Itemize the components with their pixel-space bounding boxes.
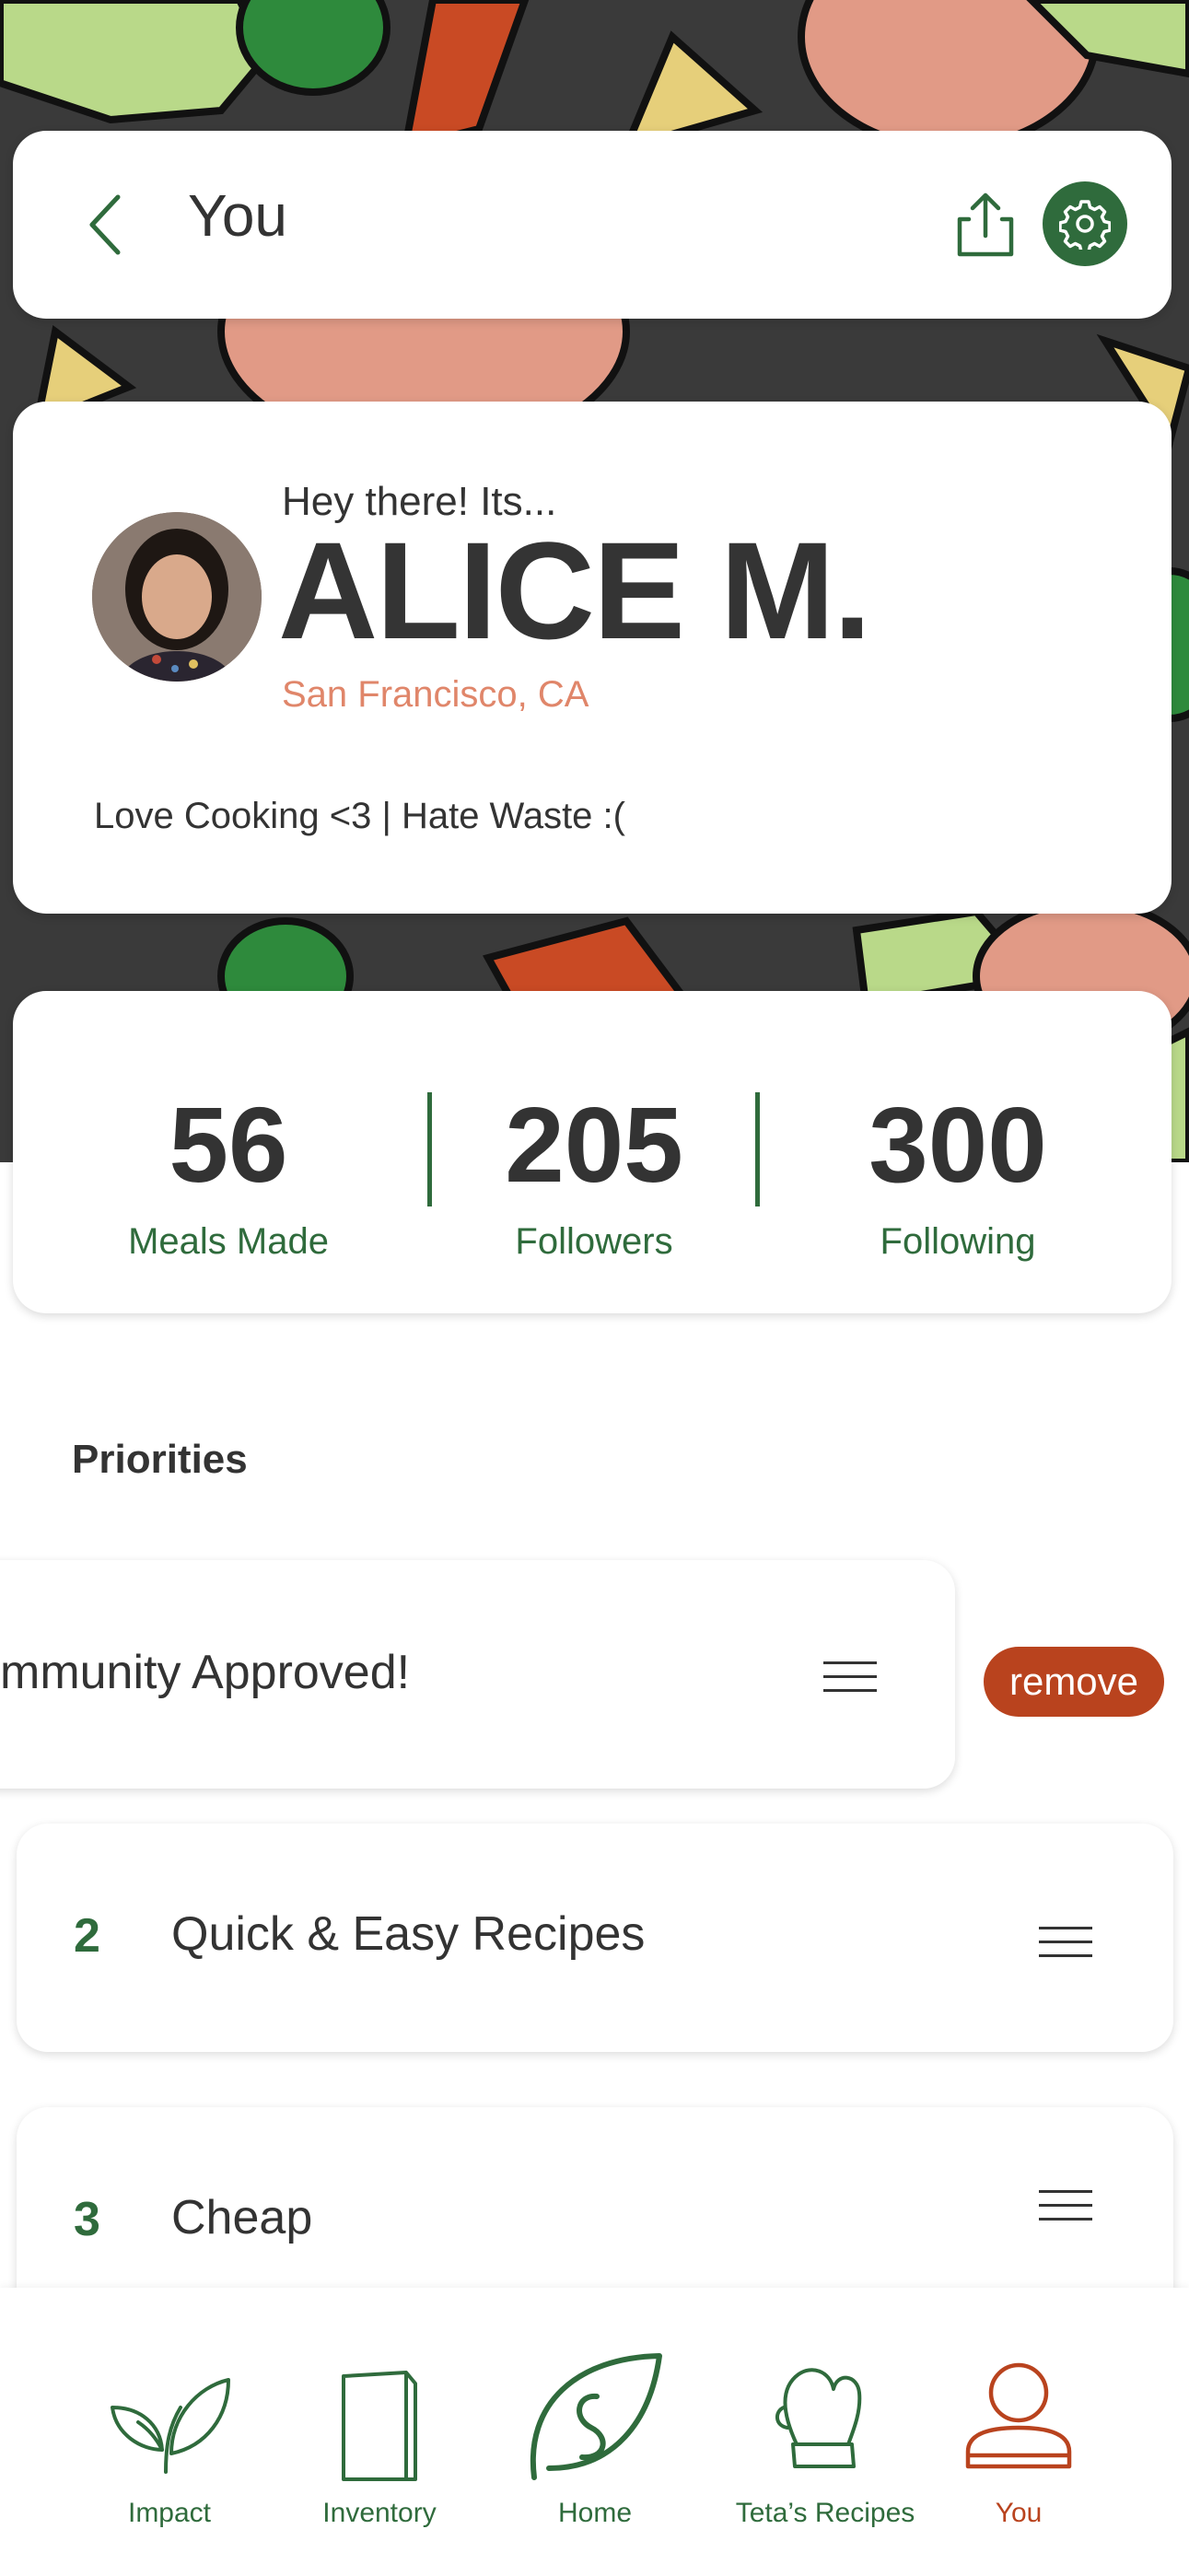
oven-mitt-icon	[775, 2368, 862, 2468]
profile-location: San Francisco, CA	[282, 674, 589, 715]
settings-button[interactable]	[1043, 181, 1127, 266]
profile-bio: Love Cooking <3 | Hate Waste :(	[94, 796, 625, 836]
nav-item-impact[interactable]: Impact	[68, 2288, 271, 2576]
nav-item-tetas-recipes[interactable]: Teta’s Recipes	[724, 2288, 927, 2576]
back-button[interactable]	[79, 190, 134, 260]
chevron-left-icon	[89, 194, 121, 255]
leaf-icon	[530, 2353, 662, 2480]
stat-label: Meals Made	[128, 1221, 329, 1262]
page-title: You	[188, 182, 287, 249]
nav-label: Inventory	[322, 2498, 437, 2528]
profile-card: Hey there! Its... ALICE M. San Francisco…	[13, 402, 1172, 914]
stat-value: 205	[505, 1085, 683, 1205]
profile-name: ALICE M.	[278, 513, 871, 668]
priority-label: mmunity Approved!	[0, 1646, 411, 1699]
stat-divider	[755, 1092, 760, 1206]
remove-button[interactable]: remove	[984, 1647, 1164, 1717]
stat-label: Followers	[515, 1221, 673, 1262]
nav-label: Home	[557, 2498, 633, 2528]
drag-handle-icon[interactable]	[1039, 2190, 1092, 2221]
priority-item-1[interactable]: mmunity Approved!	[0, 1560, 955, 1789]
priority-label: Cheap	[171, 2191, 313, 2244]
nav-label: Impact	[127, 2498, 212, 2528]
fridge-icon	[342, 2371, 417, 2481]
stat-value: 300	[868, 1085, 1047, 1205]
nav-label: Teta’s Recipes	[735, 2498, 915, 2528]
stats-card: 56 Meals Made 205 Followers 300 Followin…	[13, 991, 1172, 1313]
share-button[interactable]	[949, 188, 1022, 262]
priority-label: Quick & Easy Recipes	[171, 1907, 646, 1961]
priority-item-2[interactable]: 2 Quick & Easy Recipes	[17, 1824, 1173, 2052]
priority-number: 3	[74, 2193, 100, 2246]
sprout-icon	[111, 2378, 230, 2474]
drag-handle-icon[interactable]	[1039, 1927, 1092, 1958]
user-icon	[965, 2362, 1072, 2469]
stat-value: 56	[169, 1085, 288, 1205]
avatar-photo	[92, 512, 262, 682]
stat-label: Following	[880, 1221, 1036, 1262]
priority-number: 2	[74, 1909, 100, 1963]
nav-item-home[interactable]: Home	[494, 2288, 696, 2576]
bottom-navigation: Impact Inventory Home Teta’s Recipes You	[0, 2288, 1189, 2576]
drag-handle-icon[interactable]	[823, 1661, 877, 1693]
avatar[interactable]	[92, 512, 262, 682]
nav-item-you[interactable]: You	[917, 2288, 1120, 2576]
gear-icon	[1059, 200, 1111, 250]
share-icon	[957, 192, 1014, 257]
priorities-heading: Priorities	[72, 1437, 248, 1482]
nav-item-inventory[interactable]: Inventory	[278, 2288, 481, 2576]
nav-label: You	[995, 2498, 1043, 2528]
top-app-bar: You	[13, 131, 1172, 319]
